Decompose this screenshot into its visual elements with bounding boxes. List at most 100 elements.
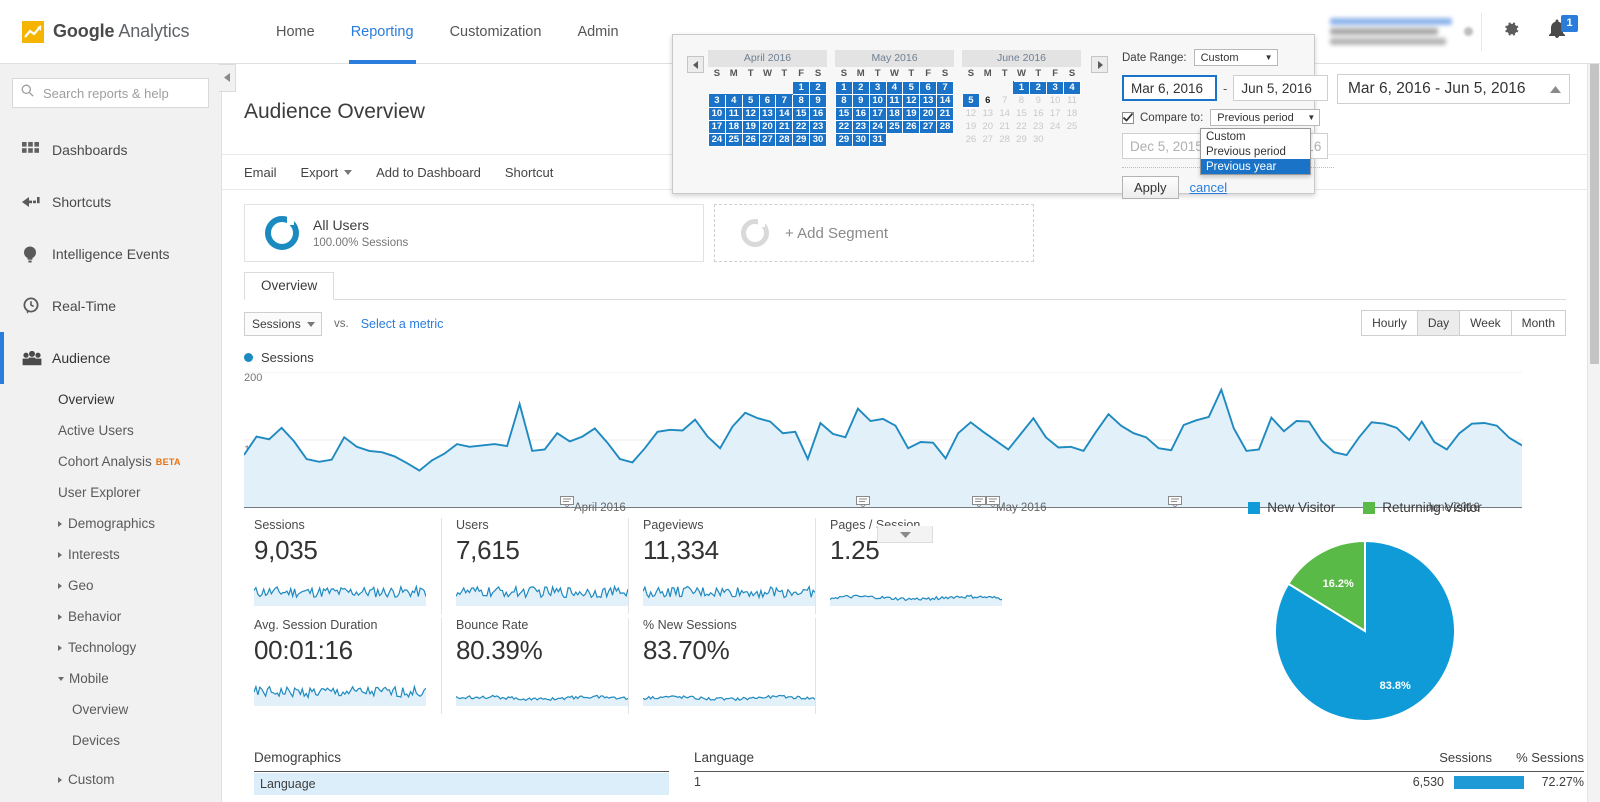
calendar-day[interactable]: 2 <box>852 81 869 94</box>
metric-card-pageviews[interactable]: Pageviews 11,334 <box>628 518 815 614</box>
start-date-input[interactable]: Mar 6, 2016 <box>1122 75 1217 101</box>
pie-canvas[interactable]: 83.8% 16.2% <box>1180 523 1550 738</box>
select-a-metric-link[interactable]: Select a metric <box>361 317 444 331</box>
sidebar-item-user-explorer[interactable]: User Explorer <box>0 477 221 508</box>
tab-overview[interactable]: Overview <box>244 272 334 300</box>
apply-button[interactable]: Apply <box>1122 176 1179 199</box>
calendar-day[interactable]: 22 <box>793 120 810 133</box>
calendar-day[interactable]: 25 <box>886 120 903 133</box>
calendar-day[interactable]: 30 <box>810 133 827 146</box>
calendar-day[interactable]: 9 <box>810 94 827 107</box>
sidebar-item-mobile-overview[interactable]: Overview <box>0 694 221 725</box>
calendar-day[interactable]: 5 <box>963 94 980 107</box>
calendar-day[interactable]: 7 <box>776 94 793 107</box>
search-input[interactable] <box>41 85 200 102</box>
calendar-day[interactable]: 13 <box>920 94 937 107</box>
calendar-day[interactable]: 4 <box>1064 81 1081 94</box>
calendar-day[interactable]: 12 <box>742 107 759 120</box>
calendar-day[interactable]: 19 <box>742 120 759 133</box>
date-range-button[interactable]: Mar 6, 2016 - Jun 5, 2016 <box>1337 74 1570 104</box>
calendar-day[interactable]: 27 <box>920 120 937 133</box>
calendar-day[interactable]: 21 <box>996 120 1013 133</box>
sidebar-item-demographics[interactable]: Demographics <box>0 508 221 539</box>
calendar-day[interactable]: 8 <box>1013 94 1030 107</box>
calendar-day[interactable]: 15 <box>836 107 853 120</box>
segment-all-users[interactable]: All Users 100.00% Sessions <box>244 204 704 262</box>
sidebar-item-behavior[interactable]: Behavior <box>0 601 221 632</box>
vertical-scrollbar[interactable] <box>1587 64 1600 802</box>
calendar-day[interactable]: 24 <box>1047 120 1064 133</box>
calendar-day[interactable]: 23 <box>810 120 827 133</box>
sidebar-item-geo[interactable]: Geo <box>0 570 221 601</box>
calendar-day[interactable]: 6 <box>920 81 937 94</box>
annotation-marker[interactable] <box>986 495 1000 513</box>
calendar-day[interactable]: 25 <box>725 133 742 146</box>
metric-card-users[interactable]: Users 7,615 <box>441 518 628 614</box>
compare-option-previous-year[interactable]: Previous year <box>1201 159 1310 174</box>
sidebar-collapse-button[interactable] <box>219 64 236 92</box>
calendar-day[interactable]: 29 <box>836 133 853 146</box>
calendar-day[interactable]: 13 <box>759 107 776 120</box>
calendar-day[interactable]: 14 <box>776 107 793 120</box>
calendar-day[interactable]: 3 <box>869 81 886 94</box>
calendar-day[interactable]: 3 <box>1047 81 1064 94</box>
account-property-selector[interactable] <box>1322 13 1482 51</box>
calendar-day[interactable]: 17 <box>869 107 886 120</box>
sidebar-item-custom[interactable]: Custom <box>0 764 221 795</box>
sidebar-item-cohort-analysis[interactable]: Cohort Analysis BETA <box>0 446 221 477</box>
calendar-grid[interactable]: SMTWTFS123456789101112131415161718192021… <box>708 67 827 147</box>
calendar-day[interactable]: 18 <box>725 120 742 133</box>
calendar-day[interactable]: 17 <box>1047 107 1064 120</box>
notifications-button[interactable]: 1 <box>1534 9 1580 55</box>
calendar-day[interactable]: 2 <box>810 81 827 94</box>
metric-card-avg-session-duration[interactable]: Avg. Session Duration 00:01:16 <box>254 618 441 714</box>
compare-option-custom[interactable]: Custom <box>1201 129 1310 144</box>
calendar-day[interactable]: 13 <box>979 107 996 120</box>
calendar-day[interactable]: 10 <box>709 107 726 120</box>
add-to-dashboard-button[interactable]: Add to Dashboard <box>376 165 481 180</box>
nav-customization[interactable]: Customization <box>432 0 560 64</box>
calendar-day[interactable]: 14 <box>937 94 954 107</box>
calendar-day[interactable]: 27 <box>979 133 996 146</box>
sidebar-item-real-time[interactable]: Real-Time <box>0 280 221 332</box>
add-segment-button[interactable]: + Add Segment <box>714 204 1034 262</box>
calendar-day[interactable]: 15 <box>793 107 810 120</box>
calendar-day[interactable]: 1 <box>793 81 810 94</box>
chart-canvas[interactable] <box>244 372 1522 508</box>
annotation-marker[interactable] <box>560 495 574 513</box>
calendar-prev-button[interactable] <box>687 56 704 73</box>
metric-dropdown[interactable]: Sessions <box>244 312 322 336</box>
calendar-day[interactable]: 7 <box>937 81 954 94</box>
sidebar-item-audience[interactable]: Audience <box>0 332 221 384</box>
calendar-day[interactable]: 5 <box>903 81 920 94</box>
sidebar-item-mobile[interactable]: Mobile <box>0 663 221 694</box>
calendar-day[interactable]: 24 <box>709 133 726 146</box>
cancel-link[interactable]: cancel <box>1190 180 1228 195</box>
nav-admin[interactable]: Admin <box>559 0 636 64</box>
metric-card-new-sessions[interactable]: % New Sessions 83.70% <box>628 618 815 714</box>
sidebar-item-technology[interactable]: Technology <box>0 632 221 663</box>
sidebar-item-interests[interactable]: Interests <box>0 539 221 570</box>
calendar-day[interactable]: 3 <box>709 94 726 107</box>
calendar-day[interactable]: 29 <box>1013 133 1030 146</box>
metric-card-bounce-rate[interactable]: Bounce Rate 80.39% <box>441 618 628 714</box>
sidebar-item-dashboards[interactable]: Dashboards <box>0 124 221 176</box>
settings-button[interactable] <box>1488 9 1534 55</box>
sidebar-item-active-users[interactable]: Active Users <box>0 415 221 446</box>
calendar-day[interactable]: 15 <box>1013 107 1030 120</box>
search-box[interactable] <box>12 78 209 108</box>
end-date-input[interactable]: Jun 5, 2016 <box>1233 75 1328 101</box>
calendar-day[interactable]: 30 <box>852 133 869 146</box>
sidebar-item-audience-overview[interactable]: Overview <box>0 384 221 415</box>
calendar-day[interactable]: 16 <box>852 107 869 120</box>
demographics-list-item-language[interactable]: Language <box>254 773 669 795</box>
calendar-grid[interactable]: SMTWTFS123456789101112131415161718192021… <box>835 67 954 147</box>
calendar-day[interactable]: 21 <box>937 107 954 120</box>
nav-reporting[interactable]: Reporting <box>333 0 432 64</box>
calendar-day[interactable]: 28 <box>937 120 954 133</box>
shortcut-button[interactable]: Shortcut <box>505 165 553 180</box>
calendar-day[interactable]: 9 <box>852 94 869 107</box>
pie-legend-new-visitor[interactable]: New Visitor <box>1248 500 1335 515</box>
calendar-day[interactable]: 26 <box>742 133 759 146</box>
pie-legend-returning-visitor[interactable]: Returning Visitor <box>1363 500 1482 515</box>
